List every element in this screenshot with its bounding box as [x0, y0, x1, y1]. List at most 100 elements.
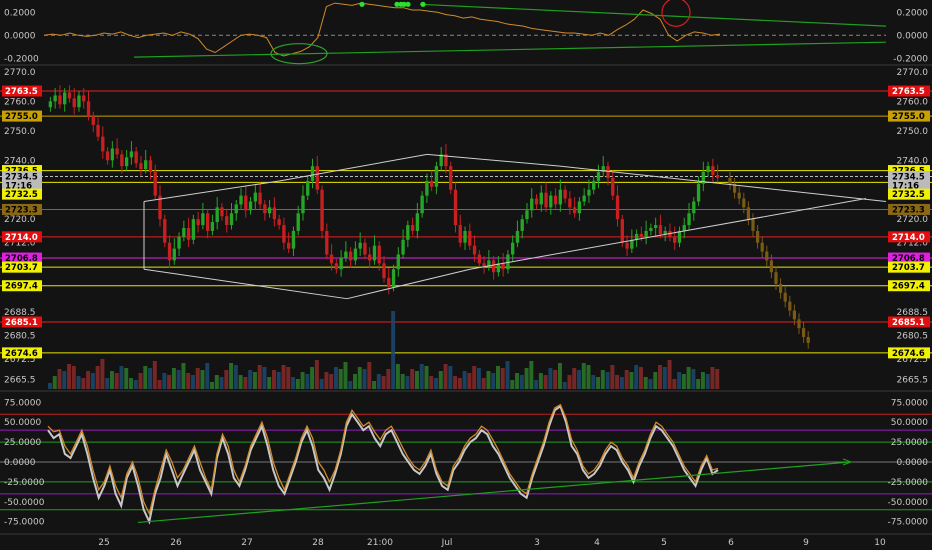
forecast-candle — [742, 198, 746, 208]
candle-body — [477, 254, 481, 264]
candle-body — [277, 219, 281, 226]
price-label-left: 2732.5 — [5, 190, 38, 200]
volume-bar — [419, 364, 424, 389]
candle-body — [186, 228, 191, 240]
forecast-candle — [728, 177, 732, 184]
volume-bar — [81, 378, 86, 389]
volume-bar — [105, 378, 110, 389]
x-axis-label: 21:00 — [367, 538, 393, 548]
volume-bar — [457, 378, 462, 389]
volume-bar — [615, 375, 620, 389]
volume-bar — [367, 362, 372, 389]
volume-bar — [429, 376, 434, 389]
x-axis-label: 25 — [98, 538, 109, 548]
volume-bar — [391, 311, 396, 389]
candle-body — [239, 195, 243, 205]
candle-body — [253, 192, 257, 202]
volume-bar — [248, 370, 253, 389]
candle-body — [696, 183, 701, 202]
candle-body — [539, 192, 543, 205]
candle-body — [410, 225, 415, 231]
volume-bar — [634, 365, 639, 389]
candle-body — [639, 233, 644, 237]
volume-bar — [496, 366, 500, 389]
volume-bar — [186, 373, 191, 389]
volume-bar — [338, 369, 343, 389]
volume-bar — [319, 379, 324, 389]
forecast-candle — [751, 219, 755, 231]
volume-bar — [381, 376, 386, 389]
candle-body — [77, 95, 81, 108]
price-label-right: 2723.3 — [892, 205, 925, 215]
volume-bar — [667, 360, 672, 389]
volume-bar — [90, 373, 95, 389]
volume-bar — [700, 372, 705, 389]
candle-body — [401, 239, 405, 255]
top-osc-highlight-circle — [661, 0, 691, 27]
osc-ytick-left: -75.0000 — [4, 518, 45, 528]
volume-bar — [314, 360, 319, 389]
candle-body — [91, 116, 95, 125]
price-ytick-right: 2770.0 — [897, 68, 929, 78]
volume-bar — [200, 370, 205, 389]
forecast-candle — [765, 251, 769, 261]
volume-bar — [710, 367, 715, 389]
volume-bar — [195, 368, 200, 389]
candle-body — [491, 260, 496, 273]
top-osc-ytick-left: 0.0000 — [4, 31, 36, 41]
volume-bar — [124, 368, 129, 389]
volume-bar — [696, 379, 701, 389]
candle-body — [139, 163, 143, 170]
candle-body — [225, 216, 229, 226]
candle-body — [72, 98, 76, 108]
candle-body — [234, 204, 238, 214]
volume-bar — [472, 366, 477, 389]
candle-body — [611, 177, 615, 196]
volume-bar — [324, 372, 329, 389]
volume-bar — [229, 363, 234, 389]
volume-bar — [624, 370, 629, 389]
candle-body — [344, 251, 348, 258]
forecast-candle — [756, 230, 760, 243]
price-ytick-right: 2750.0 — [897, 127, 929, 137]
volume-bar — [600, 370, 605, 389]
candle-body — [163, 219, 167, 243]
candle-body — [229, 213, 234, 226]
candle-body — [711, 166, 715, 175]
candle-body — [205, 213, 210, 231]
price-label-left: 2697.4 — [5, 282, 38, 292]
candle-body — [124, 157, 129, 167]
volume-bar — [638, 367, 643, 389]
volume-bar — [205, 363, 210, 389]
volume-bar — [596, 377, 601, 389]
candle-body — [244, 195, 248, 211]
volume-bar — [386, 369, 391, 389]
candle-body — [658, 225, 663, 234]
candle-body — [415, 213, 420, 231]
candle-body — [267, 207, 272, 214]
volume-bar — [95, 366, 100, 389]
candle-body — [353, 248, 358, 261]
volume-bar — [534, 380, 539, 389]
osc-ytick-left: 50.0000 — [4, 418, 41, 428]
candle-body — [153, 172, 157, 196]
volume-bar — [119, 366, 124, 389]
volume-bar — [152, 361, 157, 389]
volume-bar — [310, 367, 315, 389]
volume-bar — [372, 381, 377, 389]
x-axis-label: 9 — [803, 538, 809, 548]
volume-bar — [553, 370, 558, 389]
candle-body — [692, 201, 696, 214]
candle-body — [148, 160, 153, 173]
price-label-right: 2732.5 — [892, 190, 925, 200]
trendline — [559, 165, 887, 202]
price-label-left: 2723.3 — [5, 205, 38, 215]
price-ytick-left: 2750.0 — [4, 127, 36, 137]
candle-body — [458, 225, 462, 243]
candle-body — [191, 219, 196, 240]
osc-ytick-left: 25.0000 — [4, 438, 41, 448]
volume-bar — [453, 376, 458, 389]
candle-body — [325, 230, 329, 255]
candle-body — [339, 257, 343, 270]
x-axis-label: 3 — [534, 538, 540, 548]
